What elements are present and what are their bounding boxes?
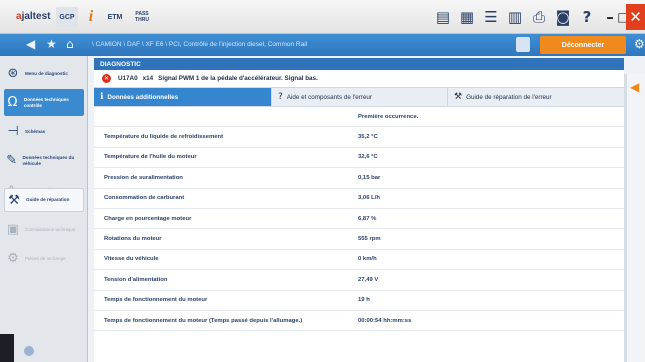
error-subcode: x14 — [142, 75, 154, 82]
question-icon: ? — [278, 92, 283, 102]
close-button[interactable]: ✕ — [626, 4, 645, 30]
camera-icon[interactable]: ◙ — [552, 6, 574, 28]
table-row: Température de l'huile du moteur 32,6 °C — [94, 148, 624, 169]
print-icon[interactable]: ⎙ — [528, 6, 550, 28]
gauge-icon: Ω — [7, 95, 18, 110]
table-row: Temps de fonctionnement du moteur (Temps… — [94, 311, 624, 332]
row-label: Vitesse du véhicule — [104, 256, 159, 263]
wrench-icon: ✎ — [6, 153, 18, 168]
sidebar-item-schematics[interactable]: ⊣ Schémas — [4, 118, 84, 145]
notes-icon[interactable] — [516, 37, 530, 52]
row-value: 3,06 L/h — [358, 195, 380, 202]
row-value: 555 rpm — [358, 236, 381, 243]
row-value: 35,2 °C — [358, 134, 378, 141]
schematic-icon: ⊣ — [7, 124, 19, 139]
row-label: Rotations du moteur — [104, 236, 162, 243]
table-row: Temps de fonctionnement du moteur 19 h — [94, 291, 624, 311]
info-icon: ℹ — [100, 92, 104, 102]
table-row: Pression de suralimentation 0,15 bar — [94, 168, 624, 189]
indicator-dot — [24, 346, 34, 356]
row-label: Tension d'alimentation — [104, 276, 168, 283]
document-icon[interactable]: ▦ — [456, 6, 478, 28]
row-label: Pression de suralimentation — [104, 174, 183, 181]
error-line: ✕ U17A0 x14 Signal PWM 1 de la pédale d'… — [94, 70, 624, 87]
table-row: Rotations du moteur 555 rpm — [94, 229, 624, 250]
navigation-bar: ◀ ★ ⌂ \ CAMION \ DAF \ XF E6 \ PCI, Cont… — [0, 34, 645, 56]
row-value: 0 km/h — [358, 256, 377, 263]
sidebar-item-spare-parts[interactable]: ⚙ Pièces de rechange — [4, 245, 84, 272]
error-tabs: ℹ Données additionnelles ? Aide et compo… — [94, 87, 624, 107]
repair-tools-icon: ⚒ — [8, 192, 20, 208]
gallery-icon[interactable]: ▥ — [504, 6, 526, 28]
sidebar-item-diagnostic-menu[interactable]: ⊛ Menu de diagnostic — [4, 60, 84, 87]
back-arrow-icon[interactable]: ◀ — [26, 37, 35, 51]
diagnostic-header: DIAGNOSTIC — [94, 58, 624, 70]
error-description: Signal PWM 1 de la pédale d'accélérateur… — [158, 75, 318, 82]
book-icon[interactable]: ▤ — [432, 6, 454, 28]
app-logo: ajaltest — [16, 11, 51, 22]
list-icon[interactable]: ☰ — [480, 6, 502, 28]
error-code: U17A0 — [118, 75, 138, 82]
row-label: Temps de fonctionnement du moteur — [104, 297, 208, 304]
table-row: Tension d'alimentation 27,49 V — [94, 270, 624, 291]
knowledge-icon: ▣ — [6, 222, 20, 237]
sidebar-item-vehicle-technical-data[interactable]: ✎ Données techniques du véhicule — [4, 147, 84, 174]
table-header-row: Première occurrence. — [94, 107, 624, 128]
table-row: Charge en pourcentage moteur 6,87 % — [94, 209, 624, 230]
favorite-star-icon[interactable]: ★ — [46, 37, 57, 51]
disconnect-button[interactable]: Déconnecter — [540, 36, 626, 54]
info-button[interactable]: i — [82, 7, 100, 27]
column-header: Première occurrence. — [358, 113, 419, 120]
sidebar: ⊛ Menu de diagnostic Ω Données technique… — [0, 56, 88, 362]
home-icon[interactable]: ⌂ — [66, 37, 74, 51]
steering-wheel-icon: ⊛ — [7, 66, 19, 81]
row-value: 27,49 V — [358, 276, 379, 283]
table-row: Vitesse du véhicule 0 km/h — [94, 250, 624, 271]
additional-data-table: Première occurrence. Température du liqu… — [94, 107, 624, 332]
right-side-panel — [627, 74, 645, 362]
background-edge — [0, 334, 14, 362]
sidebar-item-repair-guide[interactable]: ⚒ Guide de réparation — [4, 188, 84, 212]
sidebar-item-technical-knowledge[interactable]: ▣ Connaissance technique — [4, 216, 84, 243]
table-row: Température du liquide de refroidissemen… — [94, 127, 624, 148]
tab-additional-data[interactable]: ℹ Données additionnelles — [94, 88, 272, 106]
table-row: Consommation de carburant 3,06 L/h — [94, 189, 624, 209]
breadcrumb: \ CAMION \ DAF \ XF E6 \ PCI, Contrôle d… — [92, 41, 308, 48]
row-value: 32,6 °C — [358, 154, 378, 161]
row-label: Charge en pourcentage moteur — [104, 215, 192, 222]
error-icon: ✕ — [102, 74, 111, 83]
row-label: Consommation de carburant — [104, 195, 185, 202]
row-value: 19 h — [358, 297, 370, 304]
row-label: Temps de fonctionnement du moteur (Temps… — [104, 317, 303, 324]
repair-question-icon: ⚒ — [454, 92, 463, 102]
row-value: 6,87 % — [358, 215, 377, 222]
row-value: 00:00:54 hh:mm:ss — [358, 317, 412, 324]
tab-error-repair-guide[interactable]: ⚒ Guide de réparation de l'erreur — [448, 88, 624, 106]
parts-icon: ⚙ — [7, 251, 19, 266]
diagnostic-panel: DIAGNOSTIC ✕ U17A0 x14 Signal PWM 1 de l… — [94, 58, 624, 362]
etm-button[interactable]: ETM — [102, 7, 128, 27]
tab-error-help[interactable]: ? Aide et composants de l'erreur — [272, 88, 448, 106]
row-value: 0,15 bar — [358, 174, 381, 181]
sidebar-item-technical-data-control[interactable]: Ω Données techniques contrôle — [4, 89, 84, 116]
top-toolbar: ajaltest GCP i ETM PASS THRU ▤ ▦ ☰ ▥ ⎙ ◙… — [0, 0, 645, 34]
row-label: Température du liquide de refroidissemen… — [104, 134, 224, 141]
row-label: Température de l'huile du moteur — [104, 154, 197, 161]
help-icon[interactable]: ? — [576, 6, 598, 28]
pass-thru-button[interactable]: PASS THRU — [130, 7, 154, 27]
gcp-button[interactable]: GCP — [56, 7, 78, 27]
settings-icon[interactable]: ⚙ — [634, 37, 645, 51]
collapse-arrow-icon[interactable]: ◀ — [630, 80, 639, 94]
